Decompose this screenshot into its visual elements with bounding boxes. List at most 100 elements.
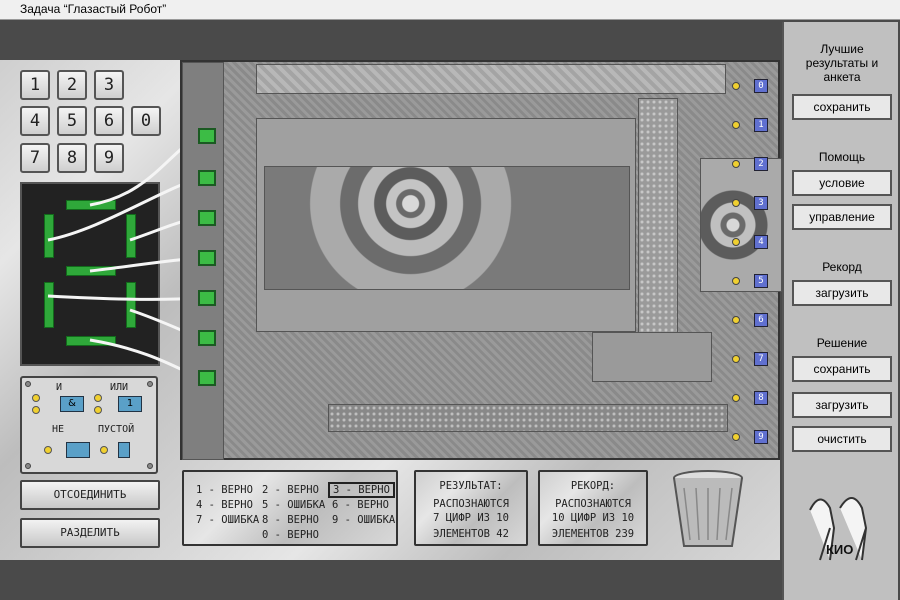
digit-result: 9 - ОШИБКА <box>332 514 396 526</box>
digit-result: 8 - ВЕРНО <box>262 514 319 526</box>
control-panel: 1 2 3 4 5 6 0 7 8 9 И ИЛИ & 1 НЕ ПУСТОЙ … <box>0 60 180 560</box>
screw <box>147 381 153 387</box>
output-pin[interactable] <box>732 82 740 90</box>
not-gate[interactable] <box>66 442 90 458</box>
not-gate-label: НЕ <box>52 424 65 435</box>
or-gate-label: ИЛИ <box>110 382 129 393</box>
output-pin[interactable] <box>732 160 740 168</box>
disconnect-button[interactable]: ОТСОЕДИНИТЬ <box>20 480 160 510</box>
kio-logo: КИО <box>800 480 884 574</box>
output-pin[interactable] <box>732 316 740 324</box>
and-gate-label: И <box>56 382 63 393</box>
screw <box>147 463 153 469</box>
output-digit: 8 <box>754 391 768 405</box>
output-digit: 0 <box>754 79 768 93</box>
digit-key-1[interactable]: 1 <box>20 70 50 100</box>
segment-bottom-left[interactable] <box>44 282 54 328</box>
output-pin[interactable] <box>732 121 740 129</box>
sensor[interactable] <box>198 170 216 186</box>
empty-gate-label: ПУСТОЙ <box>98 424 135 435</box>
digit-result-selected[interactable]: 3 - ВЕРНО <box>328 482 395 498</box>
result-line: ЭЛЕМЕНТОВ 42 <box>433 528 509 540</box>
digit-key-6[interactable]: 6 <box>94 106 124 136</box>
image-plate <box>264 166 630 290</box>
record-load-button[interactable]: загрузить <box>792 280 892 306</box>
digit-key-0[interactable]: 0 <box>131 106 161 136</box>
sensor[interactable] <box>198 250 216 266</box>
digit-result: 1 - ВЕРНО <box>196 484 253 496</box>
output-digit: 3 <box>754 196 768 210</box>
output-pin[interactable] <box>732 238 740 246</box>
solution-clear-button[interactable]: очистить <box>792 426 892 452</box>
help-condition-button[interactable]: условие <box>792 170 892 196</box>
sidebar: Лучшие результаты и анкета сохранить Пом… <box>782 22 898 600</box>
window-title: Задача “Глазастый Робот” <box>20 2 167 16</box>
output-pin[interactable] <box>732 199 740 207</box>
current-result-panel: РЕЗУЛЬТАТ: РАСПОЗНАЮТСЯ 7 ЦИФР ИЗ 10 ЭЛЕ… <box>414 470 528 546</box>
screw <box>25 381 31 387</box>
result-title: РЕЗУЛЬТАТ: <box>439 480 503 492</box>
sensor[interactable] <box>198 370 216 386</box>
solution-load-button[interactable]: загрузить <box>792 392 892 418</box>
help-controls-button[interactable]: управление <box>792 204 892 230</box>
empty-gate[interactable] <box>118 442 130 458</box>
segment-middle[interactable] <box>66 266 116 276</box>
digit-key-5[interactable]: 5 <box>57 106 87 136</box>
conveyor-horizontal <box>328 404 728 432</box>
solution-save-button[interactable]: сохранить <box>792 356 892 382</box>
digit-results-panel: 1 - ВЕРНО 2 - ВЕРНО 3 - ВЕРНО 4 - ВЕРНО … <box>182 470 398 546</box>
window-titlebar: Задача “Глазастый Робот” <box>0 0 900 20</box>
logic-gate-palette: И ИЛИ & 1 НЕ ПУСТОЙ <box>20 376 158 474</box>
segment-top[interactable] <box>66 200 116 210</box>
best-results-label: Лучшие результаты и анкета <box>805 42 879 84</box>
output-digit: 2 <box>754 157 768 171</box>
output-digit: 7 <box>754 352 768 366</box>
output-pin[interactable] <box>732 433 740 441</box>
digit-result: 0 - ВЕРНО <box>262 529 319 541</box>
solution-label: Решение <box>816 336 868 350</box>
digit-result: 7 - ОШИБКА <box>196 514 260 526</box>
sensor[interactable] <box>198 128 216 144</box>
record-title: РЕКОРД: <box>570 480 616 492</box>
sensor[interactable] <box>198 290 216 306</box>
screw <box>25 463 31 469</box>
segment-bottom-right[interactable] <box>126 282 136 328</box>
help-label: Помощь <box>818 150 866 164</box>
gate-input-pin <box>32 406 40 414</box>
trash-bin-icon[interactable] <box>668 468 748 552</box>
segment-top-left[interactable] <box>44 214 54 258</box>
digit-key-4[interactable]: 4 <box>20 106 50 136</box>
digit-result: 6 - ВЕРНО <box>332 499 389 511</box>
gate-input-pin <box>94 406 102 414</box>
split-button[interactable]: РАЗДЕЛИТЬ <box>20 518 160 548</box>
logo-text: КИО <box>826 542 854 557</box>
robot-board: 0 1 2 3 4 5 6 7 8 9 <box>180 60 782 460</box>
and-gate[interactable]: & <box>60 396 84 412</box>
best-results-save-button[interactable]: сохранить <box>792 94 892 120</box>
digit-key-9[interactable]: 9 <box>94 143 124 173</box>
digit-key-3[interactable]: 3 <box>94 70 124 100</box>
gate-input-pin <box>32 394 40 402</box>
gate-input-pin <box>94 394 102 402</box>
gate-input-pin <box>44 446 52 454</box>
output-digit: 4 <box>754 235 768 249</box>
gate-input-pin <box>100 446 108 454</box>
output-pin[interactable] <box>732 277 740 285</box>
conveyor-base <box>592 332 712 382</box>
digit-key-8[interactable]: 8 <box>57 143 87 173</box>
segment-top-right[interactable] <box>126 214 136 258</box>
output-pin[interactable] <box>732 355 740 363</box>
output-digit: 1 <box>754 118 768 132</box>
output-digit: 6 <box>754 313 768 327</box>
digit-result: 2 - ВЕРНО <box>262 484 319 496</box>
digit-result: 5 - ОШИБКА <box>262 499 326 511</box>
output-pin[interactable] <box>732 394 740 402</box>
image-plate-secondary <box>700 158 782 292</box>
record-line: 10 ЦИФР ИЗ 10 <box>551 512 635 524</box>
or-gate[interactable]: 1 <box>118 396 142 412</box>
sensor[interactable] <box>198 210 216 226</box>
sensor[interactable] <box>198 330 216 346</box>
segment-bottom[interactable] <box>66 336 116 346</box>
digit-key-7[interactable]: 7 <box>20 143 50 173</box>
digit-key-2[interactable]: 2 <box>57 70 87 100</box>
